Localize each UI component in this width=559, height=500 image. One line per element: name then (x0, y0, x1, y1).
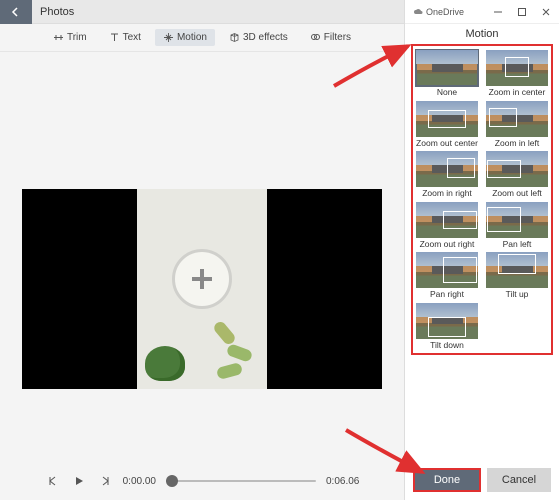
editor-toolbar: Trim Text Motion 3D effects Filters (0, 24, 404, 52)
onedrive-label: OneDrive (413, 7, 464, 17)
cloud-icon (413, 7, 423, 17)
arrow-left-icon (10, 6, 22, 18)
play-button[interactable] (71, 473, 87, 489)
leaf-graphic (212, 320, 237, 347)
playback-controls: 0:00.00 0:06.06 (0, 466, 404, 500)
seek-thumb[interactable] (166, 475, 178, 487)
motion-tile-label: Zoom out right (420, 240, 475, 249)
trim-icon (53, 32, 64, 43)
tool-3d-effects[interactable]: 3D effects (221, 29, 296, 46)
motion-tile-label: Tilt down (430, 341, 464, 350)
app-title: Photos (40, 6, 74, 18)
cancel-button[interactable]: Cancel (487, 468, 551, 492)
motion-thumbnail (486, 151, 548, 187)
motion-tile-label: None (437, 88, 457, 97)
motion-tile-label: Zoom out center (416, 139, 478, 148)
tool-motion[interactable]: Motion (155, 29, 215, 46)
motion-thumbnail (416, 101, 478, 137)
motion-tile-label: Pan left (503, 240, 532, 249)
motion-options-highlight: None Zoom in center Zoom out center Zoom in… (411, 44, 553, 355)
motion-tile-zoom-in-right[interactable]: Zoom in right (415, 151, 479, 198)
motion-tile-tilt-down[interactable]: Tilt down (415, 303, 479, 350)
filters-icon (310, 32, 321, 43)
motion-tile-zoom-in-left[interactable]: Zoom in left (485, 101, 549, 148)
tool-3d-label: 3D effects (243, 32, 288, 43)
motion-tile-label: Zoom out left (492, 189, 542, 198)
motion-tile-zoom-out-left[interactable]: Zoom out left (485, 151, 549, 198)
motion-tile-label: Zoom in left (495, 139, 539, 148)
maximize-button[interactable] (511, 3, 533, 21)
motion-thumbnail (416, 50, 478, 86)
done-button[interactable]: Done (413, 468, 481, 492)
cube-icon (229, 32, 240, 43)
motion-tile-label: Pan right (430, 290, 464, 299)
motion-options-grid: None Zoom in center Zoom out center Zoom in… (415, 50, 549, 349)
motion-thumbnail (486, 202, 548, 238)
time-total: 0:06.06 (326, 476, 359, 487)
back-button[interactable] (0, 0, 32, 24)
time-current: 0:00.00 (123, 476, 156, 487)
broccoli-graphic (145, 346, 185, 381)
tool-motion-label: Motion (177, 32, 207, 43)
close-button[interactable] (535, 3, 557, 21)
motion-tile-tilt-up[interactable]: Tilt up (485, 252, 549, 299)
motion-thumbnail (416, 252, 478, 288)
motion-thumbnail (486, 252, 548, 288)
motion-tile-zoom-in-center[interactable]: Zoom in center (485, 50, 549, 97)
motion-tile-label: Zoom in right (422, 189, 472, 198)
tool-filters[interactable]: Filters (302, 29, 359, 46)
motion-tile-label: Tilt up (506, 290, 529, 299)
title-bar: Photos (0, 0, 404, 24)
tool-text-label: Text (123, 32, 141, 43)
leaf-graphic (226, 343, 254, 363)
seek-slider[interactable] (166, 480, 316, 482)
tool-trim[interactable]: Trim (45, 29, 95, 46)
motion-thumbnail (416, 151, 478, 187)
video-frame (137, 189, 267, 389)
motion-tile-none[interactable]: None (415, 50, 479, 97)
next-frame-button[interactable] (97, 473, 113, 489)
panel-titlebar: OneDrive (405, 0, 559, 24)
motion-thumbnail (486, 50, 548, 86)
motion-tile-zoom-out-center[interactable]: Zoom out center (415, 101, 479, 148)
minimize-button[interactable] (487, 3, 509, 21)
preview-area (0, 52, 404, 466)
text-icon (109, 32, 120, 43)
prev-frame-button[interactable] (45, 473, 61, 489)
leaf-graphic (216, 362, 243, 380)
motion-thumbnail (416, 303, 478, 339)
blender-graphic (172, 249, 232, 309)
motion-tile-pan-right[interactable]: Pan right (415, 252, 479, 299)
video-preview[interactable] (22, 189, 382, 389)
tool-filters-label: Filters (324, 32, 351, 43)
tool-text[interactable]: Text (101, 29, 149, 46)
motion-icon (163, 32, 174, 43)
motion-tile-pan-left[interactable]: Pan left (485, 202, 549, 249)
motion-tile-zoom-out-right[interactable]: Zoom out right (415, 202, 479, 249)
motion-thumbnail (486, 101, 548, 137)
tool-trim-label: Trim (67, 32, 87, 43)
panel-title: Motion (405, 24, 559, 42)
motion-thumbnail (416, 202, 478, 238)
motion-tile-label: Zoom in center (489, 88, 546, 97)
